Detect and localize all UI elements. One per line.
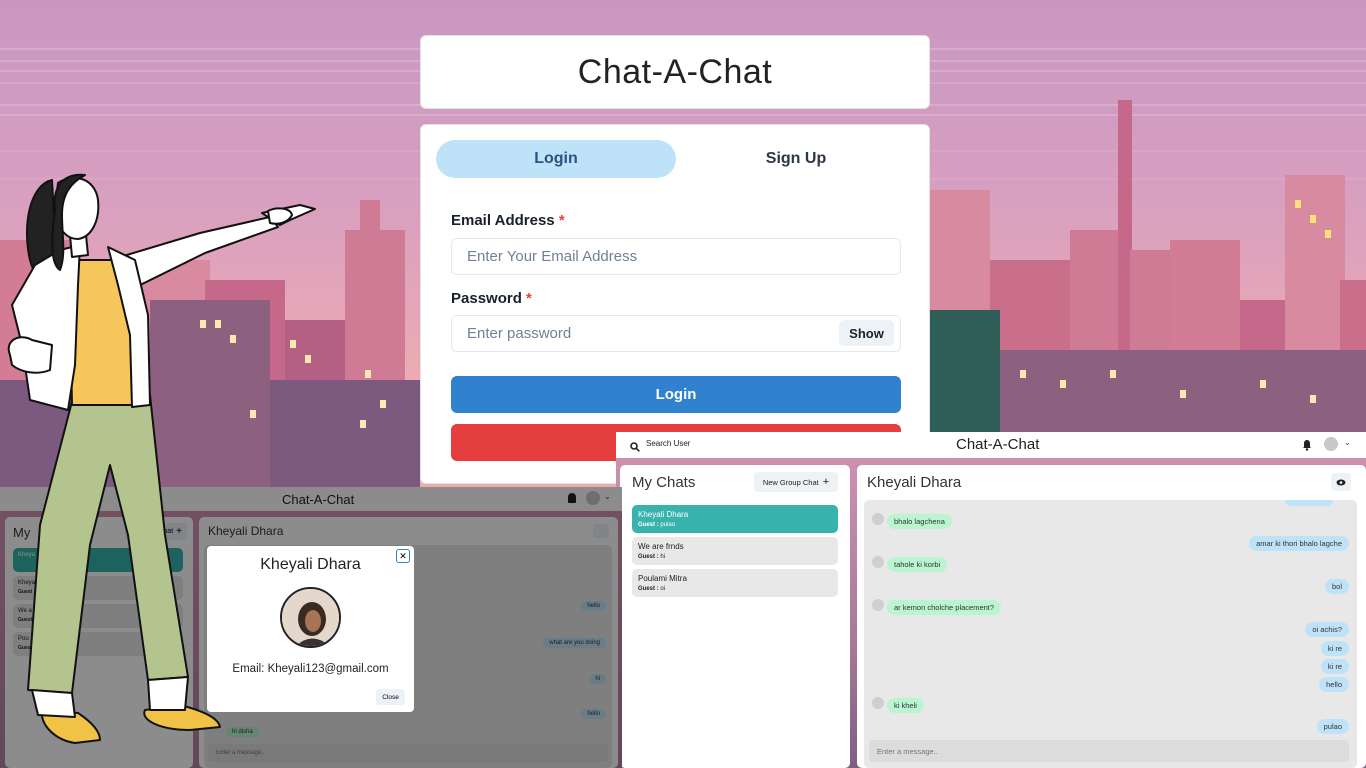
email-label-text: Email Address [451,212,555,229]
message-bubble: tahole ki korbi [887,557,948,572]
close-button[interactable]: Close [376,689,405,705]
message-bubble: pulao [1316,719,1349,734]
new-group-chat-button[interactable]: New Group Chat + [754,472,838,492]
header-app-title: Chat-A-Chat [956,436,1040,453]
preview-sender: Guest : [638,586,659,592]
login-button[interactable]: Login [451,376,901,413]
show-password-button[interactable]: Show [839,320,894,346]
required-mark: * [526,290,532,307]
messages-area: bhalo lagchena amar ki thori bhalo lagch… [864,500,1357,768]
my-chats-title: My Chats [632,474,696,491]
chevron-down-icon[interactable]: ⌄ [1344,438,1351,447]
chat-preview: Guest : hi [638,554,665,560]
search-icon[interactable] [630,439,640,452]
bell-icon[interactable] [1302,438,1312,456]
chat-name: We are frnds [638,542,684,551]
sender-avatar [872,513,884,525]
message-bubble: bhalo lagchena [887,514,952,529]
list-item[interactable]: Poulami Mitra Guest : oi [632,569,838,597]
list-item[interactable]: We are frnds Guest : hi [632,537,838,565]
woman-pointing-illustration [7,173,316,744]
chat-box-panel: Kheyali Dhara bhalo lagchena amar ki tho… [857,465,1366,768]
sender-avatar [872,697,884,709]
eye-icon[interactable] [1331,473,1351,491]
close-icon[interactable]: ✕ [396,549,410,563]
search-user-button[interactable]: Search User [646,439,690,448]
message-bubble: bol [1324,579,1349,594]
email-label: Email Address * [451,212,565,229]
login-app-title: Chat-A-Chat [420,35,930,109]
login-form-card: Login Sign Up Email Address * Password *… [420,124,930,484]
preview-text: oi [660,586,666,592]
password-input[interactable] [451,315,901,352]
email-input[interactable] [451,238,901,275]
chat-name: Poulami Mitra [638,574,687,583]
sender-avatar [872,599,884,611]
avatar[interactable] [1324,437,1338,451]
required-mark: * [558,212,565,229]
message-bubble: ki re [1320,641,1349,656]
chat-app-screenshot-right: Search User Chat-A-Chat ⌄ My Chats New G… [616,432,1366,768]
message-bubble: ki kheli [887,698,924,713]
tab-login[interactable]: Login [436,140,676,178]
message-bubble-partial [1285,500,1333,506]
new-group-chat-label: New Group Chat [762,477,819,487]
chat-preview: Guest : oi [638,586,665,592]
chat-preview: Guest : pulao [638,522,675,528]
preview-sender: Guest : [638,522,659,528]
plus-icon: + [822,476,830,488]
preview-text: hi [660,554,666,560]
top-header: Search User Chat-A-Chat ⌄ [616,432,1366,458]
chat-name: Kheyali Dhara [638,510,689,519]
password-label: Password * [451,290,532,307]
message-bubble: ki re [1320,659,1349,674]
message-bubble: amar ki thori bhalo lagche [1249,536,1349,551]
my-chats-panel: My Chats New Group Chat + Kheyali Dhara … [620,465,850,768]
chat-title: Kheyali Dhara [867,474,962,491]
sender-avatar [872,556,884,568]
message-input[interactable] [869,740,1349,762]
preview-sender: Guest : [638,554,659,560]
preview-text: pulao [660,522,676,528]
password-label-text: Password [451,290,522,307]
list-item[interactable]: Kheyali Dhara Guest : pulao [632,505,838,533]
message-bubble: oi achis? [1305,622,1349,637]
message-bubble: hello [1319,677,1349,692]
message-bubble: ar kemon cholche placement? [887,600,1002,615]
tab-signup[interactable]: Sign Up [676,140,916,178]
